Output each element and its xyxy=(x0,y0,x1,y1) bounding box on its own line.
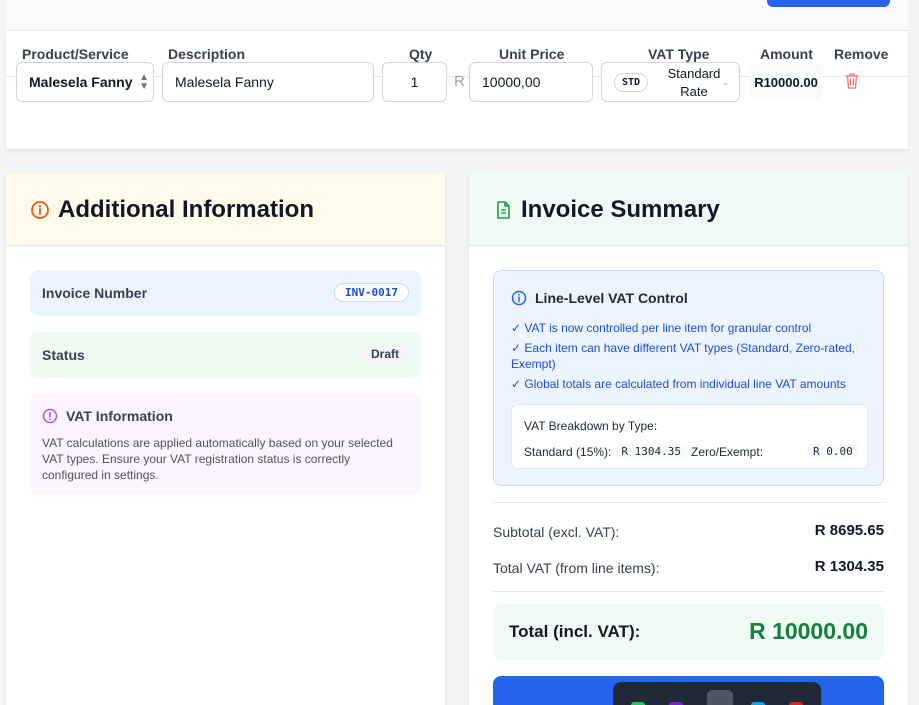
invoice-number-row: Invoice Number INV-0017 xyxy=(30,270,421,316)
line-amount: R10000.00 xyxy=(749,64,823,100)
header-unit-price: Unit Price xyxy=(499,46,565,62)
grand-total-label: Total (incl. VAT): xyxy=(509,622,641,641)
summary-divider xyxy=(493,502,884,503)
vat-type-label: Standard Rate xyxy=(667,66,721,99)
document-icon xyxy=(497,201,510,219)
total-vat-value: R 1304.35 xyxy=(814,558,884,575)
standard-vat-label: Standard (15%): xyxy=(524,444,612,459)
zero-exempt-value: R 0.00 xyxy=(807,443,859,460)
header-amount: Amount xyxy=(760,46,813,62)
vat-control-point: ✓ Global totals are calculated from indi… xyxy=(511,377,846,391)
product-select[interactable]: Malesela Fanny ▲ ▼ xyxy=(16,62,154,102)
description-value: Malesela Fanny xyxy=(175,74,274,90)
invoice-summary-title: Invoice Summary xyxy=(521,196,720,223)
summary-action-button[interactable] xyxy=(493,676,884,705)
vat-control-box: Line-Level VAT Control ✓ VAT is now cont… xyxy=(493,270,884,486)
zero-exempt-label: Zero/Exempt: xyxy=(691,444,764,459)
vat-breakdown-row: Standard (15%): R 1304.35 Zero/Exempt: R… xyxy=(524,443,863,460)
invoice-number-badge: INV-0017 xyxy=(334,283,409,302)
status-badge: Draft xyxy=(360,345,409,363)
vat-control-point: ✓ Each item can have different VAT types… xyxy=(511,341,856,371)
total-vat-label: Total VAT (from line items): xyxy=(493,560,660,576)
quantity-value: 1 xyxy=(410,74,419,90)
additional-info-header: Additional Information xyxy=(6,173,445,246)
quantity-input[interactable]: 1 xyxy=(382,62,447,102)
top-toolbar xyxy=(6,0,908,31)
select-arrows-icon: ▲ ▼ xyxy=(139,72,149,92)
vat-information-text: VAT calculations are applied automatical… xyxy=(42,436,393,482)
active-app-icon[interactable] xyxy=(707,690,733,705)
header-description: Description xyxy=(168,46,246,62)
vat-information-box: VAT Information VAT calculations are app… xyxy=(30,394,421,494)
description-input[interactable]: Malesela Fanny xyxy=(162,62,374,102)
grand-total-value: R 10000.00 xyxy=(749,618,868,644)
trash-icon[interactable] xyxy=(844,72,860,90)
vat-breakdown-title: VAT Breakdown by Type: xyxy=(524,419,658,433)
unit-price-value: 10000,00 xyxy=(482,74,541,90)
invoice-number-label: Invoice Number xyxy=(42,285,148,301)
chevron-down-icon: ⌄ xyxy=(721,77,729,87)
grand-total-box: Total (incl. VAT): R 10000.00 xyxy=(493,604,884,660)
header-product: Product/Service xyxy=(22,46,129,62)
currency-symbol: R xyxy=(454,73,465,90)
vat-information-title: VAT Information xyxy=(66,408,173,424)
header-vat-type: VAT Type xyxy=(648,46,710,62)
taskbar-overlay xyxy=(613,682,821,705)
vat-control-list: ✓ VAT is now controlled per line item fo… xyxy=(511,320,871,396)
info-circle-icon xyxy=(31,201,49,219)
vat-type-badge: STD xyxy=(614,72,649,92)
subtotal-value: R 8695.65 xyxy=(814,522,884,539)
product-select-value: Malesela Fanny xyxy=(29,74,133,90)
info-circle-icon xyxy=(511,290,527,306)
vat-control-title: Line-Level VAT Control xyxy=(535,290,688,306)
invoice-summary-panel: Invoice Summary Line-Level VAT Control ✓… xyxy=(469,173,908,705)
vat-breakdown-box: VAT Breakdown by Type: Standard (15%): R… xyxy=(511,404,868,469)
header-remove: Remove xyxy=(834,46,889,62)
standard-vat-value: R 1304.35 xyxy=(615,443,687,460)
subtotal-label: Subtotal (excl. VAT): xyxy=(493,524,620,540)
status-label: Status xyxy=(42,347,85,363)
vat-control-point: ✓ VAT is now controlled per line item fo… xyxy=(511,321,812,335)
alert-circle-icon xyxy=(42,408,58,424)
subtotal-row: Subtotal (excl. VAT): R 8695.65 xyxy=(493,522,884,540)
header-qty: Qty xyxy=(409,46,433,62)
unit-price-input[interactable]: 10000,00 xyxy=(469,62,593,102)
invoice-summary-header: Invoice Summary xyxy=(469,173,908,246)
total-vat-row: Total VAT (from line items): R 1304.35 xyxy=(493,558,884,576)
vat-type-select[interactable]: STD Standard Rate ⌄ xyxy=(601,62,740,102)
primary-action-button[interactable] xyxy=(767,0,890,7)
additional-info-title: Additional Information xyxy=(58,196,314,223)
additional-info-panel: Additional Information Invoice Number IN… xyxy=(6,173,445,705)
status-row: Status Draft xyxy=(30,332,421,378)
summary-divider xyxy=(493,591,884,592)
